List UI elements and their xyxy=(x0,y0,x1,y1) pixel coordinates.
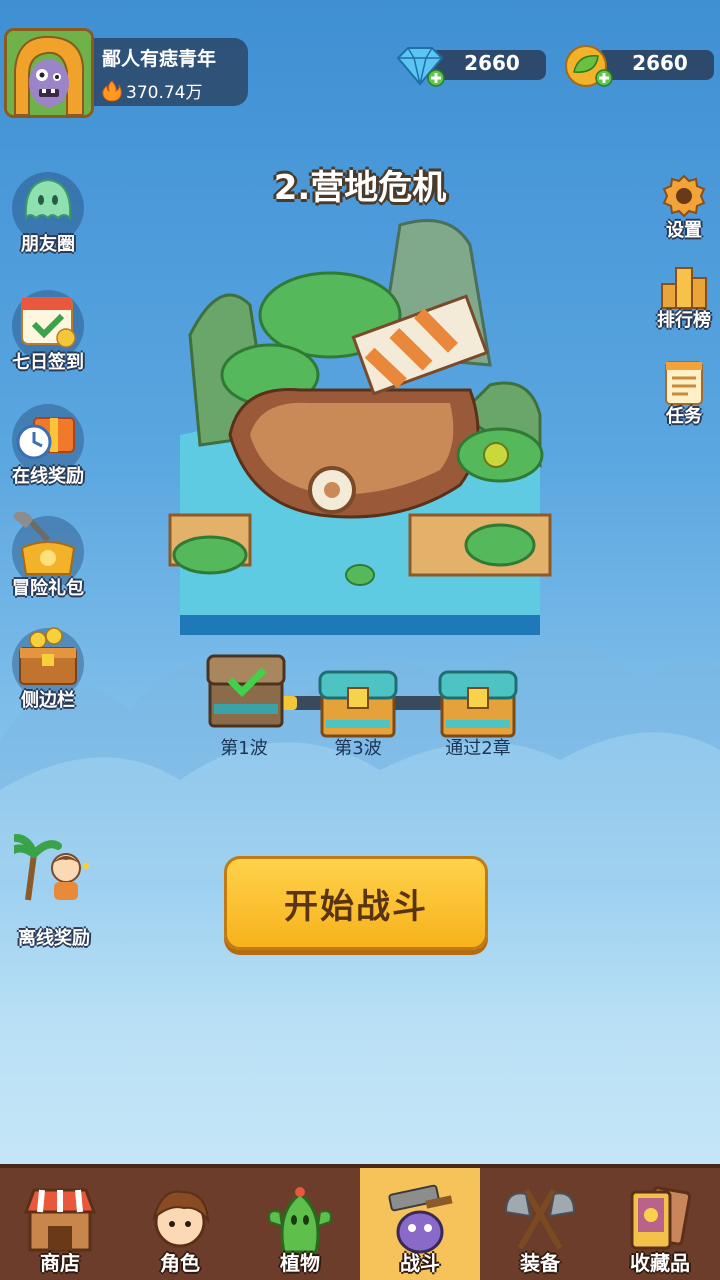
power-row: 370.74万 xyxy=(102,78,202,103)
cactus-icon xyxy=(268,1187,332,1254)
tasks-label: 任务 xyxy=(666,406,702,427)
wave-1-label: 第1波 xyxy=(220,738,268,759)
nav-plants[interactable]: 植物 xyxy=(240,1168,360,1280)
tasks-button[interactable]: 任务 xyxy=(648,358,720,438)
nav-character[interactable]: 角色 xyxy=(120,1168,240,1280)
offline-reward-button[interactable]: 离线奖励 xyxy=(6,834,102,949)
zombie-avatar-icon xyxy=(7,31,91,115)
podium-icon xyxy=(661,267,707,309)
leaf-coin-icon xyxy=(565,45,613,87)
seven-day-signin-button[interactable]: 七日签到 xyxy=(0,290,96,400)
friends-circle-label: 朋友圈 xyxy=(21,234,75,255)
nav-shop[interactable]: 商店 xyxy=(0,1168,120,1280)
nav-collection-label: 收藏品 xyxy=(630,1251,690,1275)
level-island-illustration xyxy=(168,219,552,635)
battle-icon xyxy=(388,1184,453,1254)
character-icon xyxy=(152,1190,210,1248)
start-battle-button[interactable]: 开始战斗 xyxy=(224,856,488,950)
calendar-check-icon xyxy=(21,297,76,348)
power-value: 370.74万 xyxy=(126,83,203,103)
leaderboard-label: 排行榜 xyxy=(657,310,711,331)
shop-icon xyxy=(23,1188,97,1252)
nav-battle-label: 战斗 xyxy=(400,1251,440,1275)
diamond-icon xyxy=(396,47,445,87)
leaf-currency[interactable]: 2660 xyxy=(560,42,716,90)
gift-bag-icon xyxy=(13,512,76,575)
sidebar-button[interactable]: 侧边栏 xyxy=(0,627,96,738)
wave-3-label: 第3波 xyxy=(334,738,382,759)
seven-day-signin-label: 七日签到 xyxy=(12,352,84,373)
online-reward-button[interactable]: 在线奖励 xyxy=(0,404,96,514)
wave-1-chest-claimed-icon[interactable] xyxy=(206,652,286,732)
nav-equipment[interactable]: 装备 xyxy=(480,1168,600,1280)
sidebar-label: 侧边栏 xyxy=(21,690,75,711)
leaderboard-button[interactable]: 排行榜 xyxy=(648,262,720,342)
nav-collection[interactable]: 收藏品 xyxy=(600,1168,720,1280)
character-palm-icon xyxy=(14,834,90,901)
nav-plants-label: 植物 xyxy=(280,1251,320,1275)
nav-shop-label: 商店 xyxy=(40,1251,80,1275)
axes-icon xyxy=(504,1188,576,1250)
bottom-nav: 商店 角色 植物 战斗 装备 收藏品 xyxy=(0,1164,720,1280)
settings-label: 设置 xyxy=(666,220,702,241)
diamond-count: 2660 xyxy=(464,51,520,75)
treasure-box-icon xyxy=(19,627,77,685)
clock-gift-icon xyxy=(16,417,75,460)
avatar[interactable] xyxy=(4,28,94,118)
offline-reward-label: 离线奖励 xyxy=(18,928,90,949)
adventure-pack-label: 冒险礼包 xyxy=(12,578,84,599)
diamond-currency[interactable]: 2660 xyxy=(392,42,548,90)
nav-character-label: 角色 xyxy=(160,1251,200,1275)
start-battle-label: 开始战斗 xyxy=(284,886,428,927)
player-profile[interactable]: 鄙人有痣青年 370.74万 xyxy=(4,28,248,118)
flame-icon xyxy=(102,79,122,102)
adventure-pack-button[interactable]: 冒险礼包 xyxy=(0,512,96,626)
player-name: 鄙人有痣青年 xyxy=(102,48,217,70)
level-title: 2.营地危机 xyxy=(273,168,447,208)
scroll-icon xyxy=(665,361,703,405)
chapter-2-label: 通过2章 xyxy=(445,738,511,759)
online-reward-label: 在线奖励 xyxy=(12,466,84,487)
nav-battle[interactable]: 战斗 xyxy=(360,1168,480,1280)
leaf-count: 2660 xyxy=(632,51,688,75)
cards-icon xyxy=(630,1186,692,1250)
nav-equipment-label: 装备 xyxy=(520,1251,560,1275)
